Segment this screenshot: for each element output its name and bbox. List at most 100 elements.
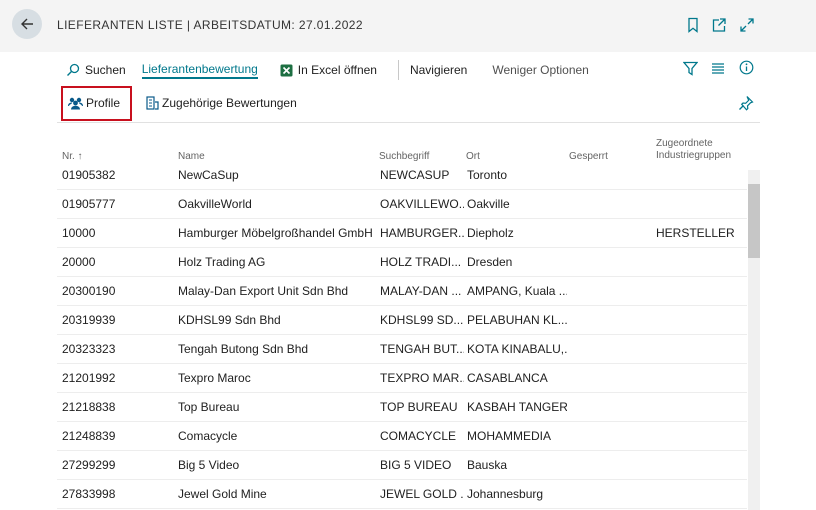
table-row[interactable]: 20000 Holz Trading AG HOLZ TRADI... Dresden — [57, 248, 747, 277]
search-label: Suchen — [85, 63, 126, 77]
cell-name: OakvilleWorld — [178, 197, 252, 211]
toolbar-divider — [57, 122, 760, 123]
cell-name: Holz Trading AG — [178, 255, 266, 269]
cell-search-term: TENGAH BUT... — [380, 342, 464, 356]
cell-search-term: TOP BUREAU — [380, 400, 458, 414]
arrow-left-icon — [19, 16, 35, 32]
cell-industry-group: HERSTELLER — [656, 226, 735, 240]
table-row[interactable]: 20319939 KDHSL99 Sdn Bhd KDHSL99 SD... PELA… — [57, 306, 747, 335]
vertical-scrollbar[interactable] — [748, 170, 760, 510]
cell-city: PELABUHAN KL... — [467, 313, 567, 327]
vendor-table: 01905382 NewCaSup NEWCASUP Toronto 01905777 O… — [57, 162, 747, 510]
cell-nr[interactable]: 27833998 — [62, 480, 172, 508]
cell-nr[interactable]: 01905382 — [62, 162, 172, 189]
share-icon[interactable] — [710, 16, 728, 34]
cell-name: KDHSL99 Sdn Bhd — [178, 313, 281, 327]
profile-button[interactable]: Profile — [68, 90, 120, 116]
cell-city: AMPANG, Kuala ... — [467, 284, 567, 298]
scrollbar-thumb[interactable] — [748, 184, 760, 258]
search-button[interactable]: Suchen — [66, 57, 126, 83]
table-row[interactable]: 21218838 Top Bureau TOP BUREAU KASBAH TANGE… — [57, 393, 747, 422]
table-row[interactable]: 21201992 Texpro Maroc TEXPRO MAR... CASABLA… — [57, 364, 747, 393]
table-row[interactable]: 27299299 Big 5 Video BIG 5 VIDEO Bauska — [57, 451, 747, 480]
cell-city: KASBAH TANGER — [467, 400, 567, 414]
cell-name: Texpro Maroc — [178, 371, 251, 385]
cell-search-term: KDHSL99 SD... — [380, 313, 464, 327]
action-bar: Suchen Lieferantenbewertung In Excel öff… — [58, 57, 589, 83]
cell-city: CASABLANCA — [467, 371, 548, 385]
cell-city: Bauska — [467, 458, 508, 472]
cell-name: Big 5 Video — [178, 458, 240, 472]
related-ratings-icon — [146, 96, 159, 110]
cell-name: Comacycle — [178, 429, 238, 443]
cell-nr[interactable]: 21218838 — [62, 393, 172, 421]
table-row[interactable]: 20300190 Malay-Dan Export Unit Sdn Bhd MAL… — [57, 277, 747, 306]
cell-city: Diepholz — [467, 226, 514, 240]
cell-city: MOHAMMEDIA — [467, 429, 551, 443]
cell-name: Jewel Gold Mine — [178, 487, 267, 501]
bookmark-icon[interactable] — [684, 16, 702, 34]
cell-city: KOTA KINABALU,... — [467, 342, 567, 356]
open-in-excel-button[interactable]: In Excel öffnen — [280, 57, 377, 83]
cell-nr[interactable]: 20300190 — [62, 277, 172, 305]
table-row[interactable]: 01905777 OakvilleWorld OAKVILLEWO... Oakvil… — [57, 190, 747, 219]
cell-name: Malay-Dan Export Unit Sdn Bhd — [178, 284, 349, 298]
list-view-icon[interactable] — [711, 62, 725, 80]
column-header-industry-line1: Zugeordnete — [656, 138, 713, 149]
cell-city: Johannesburg — [467, 487, 544, 501]
profile-label: Profile — [86, 96, 121, 110]
cell-search-term: JEWEL GOLD ... — [380, 487, 464, 501]
cell-search-term: HOLZ TRADI... — [380, 255, 462, 269]
cell-search-term: OAKVILLEWO... — [380, 197, 464, 211]
cell-nr[interactable]: 20323323 — [62, 335, 172, 363]
navigate-label: Navigieren — [409, 63, 468, 77]
excel-icon — [280, 64, 293, 77]
filter-icon[interactable] — [682, 61, 699, 81]
info-icon[interactable] — [739, 60, 754, 80]
cell-nr[interactable]: 20000 — [62, 248, 172, 276]
cell-name: Tengah Butong Sdn Bhd — [178, 342, 309, 356]
cell-city: Dresden — [467, 255, 513, 269]
cell-search-term: NEWCASUP — [380, 168, 450, 182]
table-row[interactable]: 10000 Hamburger Möbelgroßhandel GmbH HAMBU… — [57, 219, 747, 248]
page-header: LIEFERANTEN LISTE | ARBEITSDATUM: 27.01.… — [0, 0, 816, 52]
table-row[interactable]: 27833998 Jewel Gold Mine JEWEL GOLD ... Joh… — [57, 480, 747, 509]
people-icon — [68, 97, 83, 110]
cell-name: Hamburger Möbelgroßhandel GmbH — [178, 226, 373, 240]
cell-nr[interactable]: 21248839 — [62, 422, 172, 450]
cell-search-term: MALAY-DAN ... — [380, 284, 462, 298]
table-row[interactable]: 21248839 Comacycle COMACYCLE MOHAMMEDIA — [57, 422, 747, 451]
action-separator — [397, 60, 399, 80]
cell-search-term: HAMBURGER... — [380, 226, 464, 240]
sub-action-bar: Profile Zugehörige Bewertungen — [58, 90, 297, 116]
column-header-industry-line2: Industriegruppen — [656, 150, 732, 161]
cell-name: Top Bureau — [178, 400, 240, 414]
back-button[interactable] — [12, 9, 42, 39]
cell-city: Toronto — [467, 168, 508, 182]
cell-search-term: TEXPRO MAR... — [380, 371, 464, 385]
fewer-options-button[interactable]: Weniger Optionen — [492, 57, 589, 83]
column-header-industry-groups[interactable]: Zugeordnete Industriegruppen — [656, 138, 731, 162]
related-ratings-label: Zugehörige Bewertungen — [162, 96, 297, 110]
cell-nr[interactable]: 01905777 — [62, 190, 172, 218]
fewer-options-label: Weniger Optionen — [492, 63, 589, 77]
navigate-button[interactable]: Navigieren — [410, 57, 467, 83]
cell-search-term: COMACYCLE — [380, 429, 457, 443]
pin-icon[interactable] — [738, 95, 754, 116]
cell-nr[interactable]: 10000 — [62, 219, 172, 247]
cell-city: Oakville — [467, 197, 510, 211]
expand-icon[interactable] — [738, 16, 756, 34]
cell-nr[interactable]: 20319939 — [62, 306, 172, 334]
cell-nr[interactable]: 21201992 — [62, 364, 172, 392]
tab-vendor-rating[interactable]: Lieferantenbewertung — [141, 57, 258, 83]
related-ratings-button[interactable]: Zugehörige Bewertungen — [146, 90, 297, 116]
cell-search-term: BIG 5 VIDEO — [380, 458, 452, 472]
open-in-excel-label: In Excel öffnen — [297, 63, 377, 77]
vendor-rating-label: Lieferantenbewertung — [141, 62, 258, 79]
page-title: LIEFERANTEN LISTE | ARBEITSDATUM: 27.01.… — [57, 18, 363, 32]
search-icon — [66, 63, 80, 77]
table-row[interactable]: 01905382 NewCaSup NEWCASUP Toronto — [57, 162, 747, 190]
cell-name: NewCaSup — [178, 168, 239, 182]
cell-nr[interactable]: 27299299 — [62, 451, 172, 479]
table-row[interactable]: 20323323 Tengah Butong Sdn Bhd TENGAH BUT.… — [57, 335, 747, 364]
